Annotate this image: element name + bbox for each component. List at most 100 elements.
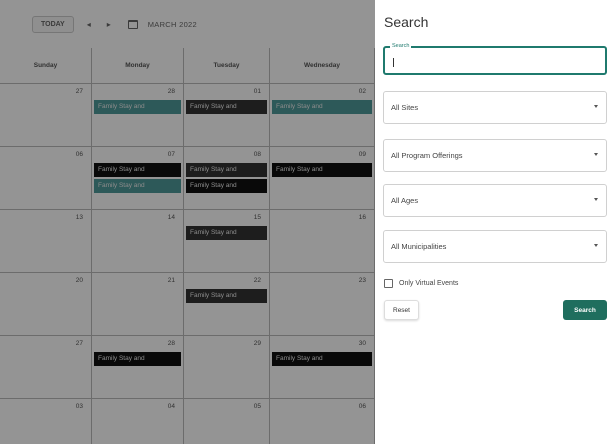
virtual-events-label[interactable]: Only Virtual Events: [399, 280, 458, 287]
day-number[interactable]: 09: [359, 151, 366, 158]
day-number[interactable]: 04: [168, 403, 175, 410]
day-number[interactable]: 28: [168, 340, 175, 347]
day-number[interactable]: 06: [76, 151, 83, 158]
chevron-right-icon[interactable]: ▸: [104, 20, 114, 29]
calendar-event[interactable]: Family Stay and: [272, 100, 372, 114]
day-number[interactable]: 05: [254, 403, 261, 410]
program-offerings-select-value: All Program Offerings: [391, 151, 463, 160]
reset-button[interactable]: Reset: [384, 300, 419, 320]
day-cell[interactable]: 15 Family Stay and: [184, 210, 270, 273]
day-number[interactable]: 22: [254, 277, 261, 284]
day-cell[interactable]: 27: [0, 336, 92, 399]
calendar-event[interactable]: Family Stay and: [94, 100, 181, 114]
day-cell[interactable]: 08 Family Stay and Family Stay and: [184, 147, 270, 210]
day-cell[interactable]: 16: [270, 210, 375, 273]
calendar-event[interactable]: Family Stay and: [186, 179, 267, 193]
weekday-label: Wednesday: [270, 48, 375, 83]
day-cell[interactable]: 09 Family Stay and: [270, 147, 375, 210]
calendar-grid: Sunday Monday Tuesday Wednesday 27 28 Family …: [0, 48, 375, 444]
weekday-label: Monday: [92, 48, 184, 83]
calendar-event[interactable]: Family Stay and: [94, 352, 181, 366]
day-number[interactable]: 20: [76, 277, 83, 284]
day-number[interactable]: 03: [76, 403, 83, 410]
day-number[interactable]: 15: [254, 214, 261, 221]
virtual-events-checkbox[interactable]: [384, 279, 393, 288]
weekday-header: Sunday Monday Tuesday Wednesday: [0, 48, 375, 84]
day-cell[interactable]: 14: [92, 210, 184, 273]
event-list: Family Stay and: [272, 163, 372, 177]
day-cell[interactable]: 28 Family Stay and: [92, 84, 184, 147]
event-list: Family Stay and: [272, 100, 372, 114]
sites-select-value: All Sites: [391, 103, 419, 112]
day-number[interactable]: 27: [76, 340, 83, 347]
event-list: Family Stay and: [94, 100, 181, 114]
day-number[interactable]: 01: [254, 88, 261, 95]
event-list: Family Stay and Family Stay and: [186, 163, 267, 193]
weekday-label: Tuesday: [184, 48, 270, 83]
day-number[interactable]: 23: [359, 277, 366, 284]
day-cell[interactable]: 02 Family Stay and: [270, 84, 375, 147]
day-cell[interactable]: 22 Family Stay and: [184, 273, 270, 336]
day-number[interactable]: 28: [168, 88, 175, 95]
search-panel: Search Search All Sites All Program Offe…: [375, 0, 609, 444]
day-number[interactable]: 27: [76, 88, 83, 95]
day-number[interactable]: 16: [359, 214, 366, 221]
calendar-icon[interactable]: [127, 19, 138, 29]
day-cell[interactable]: 27: [0, 84, 92, 147]
sites-select[interactable]: All Sites: [383, 91, 607, 124]
search-button[interactable]: Search: [563, 300, 607, 320]
day-cell[interactable]: 03: [0, 399, 92, 444]
day-cell[interactable]: 07 Family Stay and Family Stay and: [92, 147, 184, 210]
event-list: Family Stay and: [94, 352, 181, 366]
municipalities-select[interactable]: All Municipalities: [383, 230, 607, 263]
search-input[interactable]: [391, 56, 591, 68]
day-cell[interactable]: 05: [184, 399, 270, 444]
day-number[interactable]: 13: [76, 214, 83, 221]
day-cell[interactable]: 23: [270, 273, 375, 336]
day-cell[interactable]: 30 Family Stay and: [270, 336, 375, 399]
virtual-events-option[interactable]: Only Virtual Events: [384, 279, 458, 288]
today-button[interactable]: TODAY: [32, 15, 74, 33]
calendar-event[interactable]: Family Stay and: [186, 100, 267, 114]
day-number[interactable]: 02: [359, 88, 366, 95]
chevron-down-icon: [594, 153, 598, 156]
calendar-event[interactable]: Family Stay and: [186, 163, 267, 177]
search-field[interactable]: Search: [383, 43, 607, 75]
calendar-event[interactable]: Family Stay and: [94, 163, 181, 177]
ages-select[interactable]: All Ages: [383, 184, 607, 217]
calendar-event[interactable]: Family Stay and: [186, 289, 267, 303]
search-field-label: Search: [390, 43, 412, 49]
day-number[interactable]: 29: [254, 340, 261, 347]
calendar-view: TODAY ◂ ▸ MARCH 2022 Sunday Monday Tuesday…: [0, 0, 375, 444]
calendar-event[interactable]: Family Stay and: [94, 179, 181, 193]
ages-select-value: All Ages: [391, 196, 419, 205]
chevron-down-icon: [594, 198, 598, 201]
chevron-down-icon: [594, 105, 598, 108]
program-offerings-select[interactable]: All Program Offerings: [383, 139, 607, 172]
chevron-left-icon[interactable]: ◂: [84, 20, 94, 29]
day-number[interactable]: 14: [168, 214, 175, 221]
panel-title: Search: [384, 14, 429, 30]
calendar-event[interactable]: Family Stay and: [186, 226, 267, 240]
day-cell[interactable]: 13: [0, 210, 92, 273]
event-list: Family Stay and: [186, 100, 267, 114]
day-cell[interactable]: 04: [92, 399, 184, 444]
calendar-event[interactable]: Family Stay and: [272, 163, 372, 177]
day-cell[interactable]: 01 Family Stay and: [184, 84, 270, 147]
day-number[interactable]: 21: [168, 277, 175, 284]
day-cell[interactable]: 21: [92, 273, 184, 336]
day-number[interactable]: 08: [254, 151, 261, 158]
day-cell[interactable]: 20: [0, 273, 92, 336]
calendar-event[interactable]: Family Stay and: [272, 352, 372, 366]
municipalities-select-value: All Municipalities: [391, 242, 447, 251]
day-number[interactable]: 06: [359, 403, 366, 410]
day-number[interactable]: 30: [359, 340, 366, 347]
day-cell[interactable]: 29: [184, 336, 270, 399]
month-label[interactable]: MARCH 2022: [148, 20, 197, 29]
day-cell[interactable]: 28 Family Stay and: [92, 336, 184, 399]
event-list: Family Stay and: [272, 352, 372, 366]
day-number[interactable]: 07: [168, 151, 175, 158]
day-cell[interactable]: 06: [0, 147, 92, 210]
day-cell[interactable]: 06: [270, 399, 375, 444]
chevron-down-icon: [594, 244, 598, 247]
